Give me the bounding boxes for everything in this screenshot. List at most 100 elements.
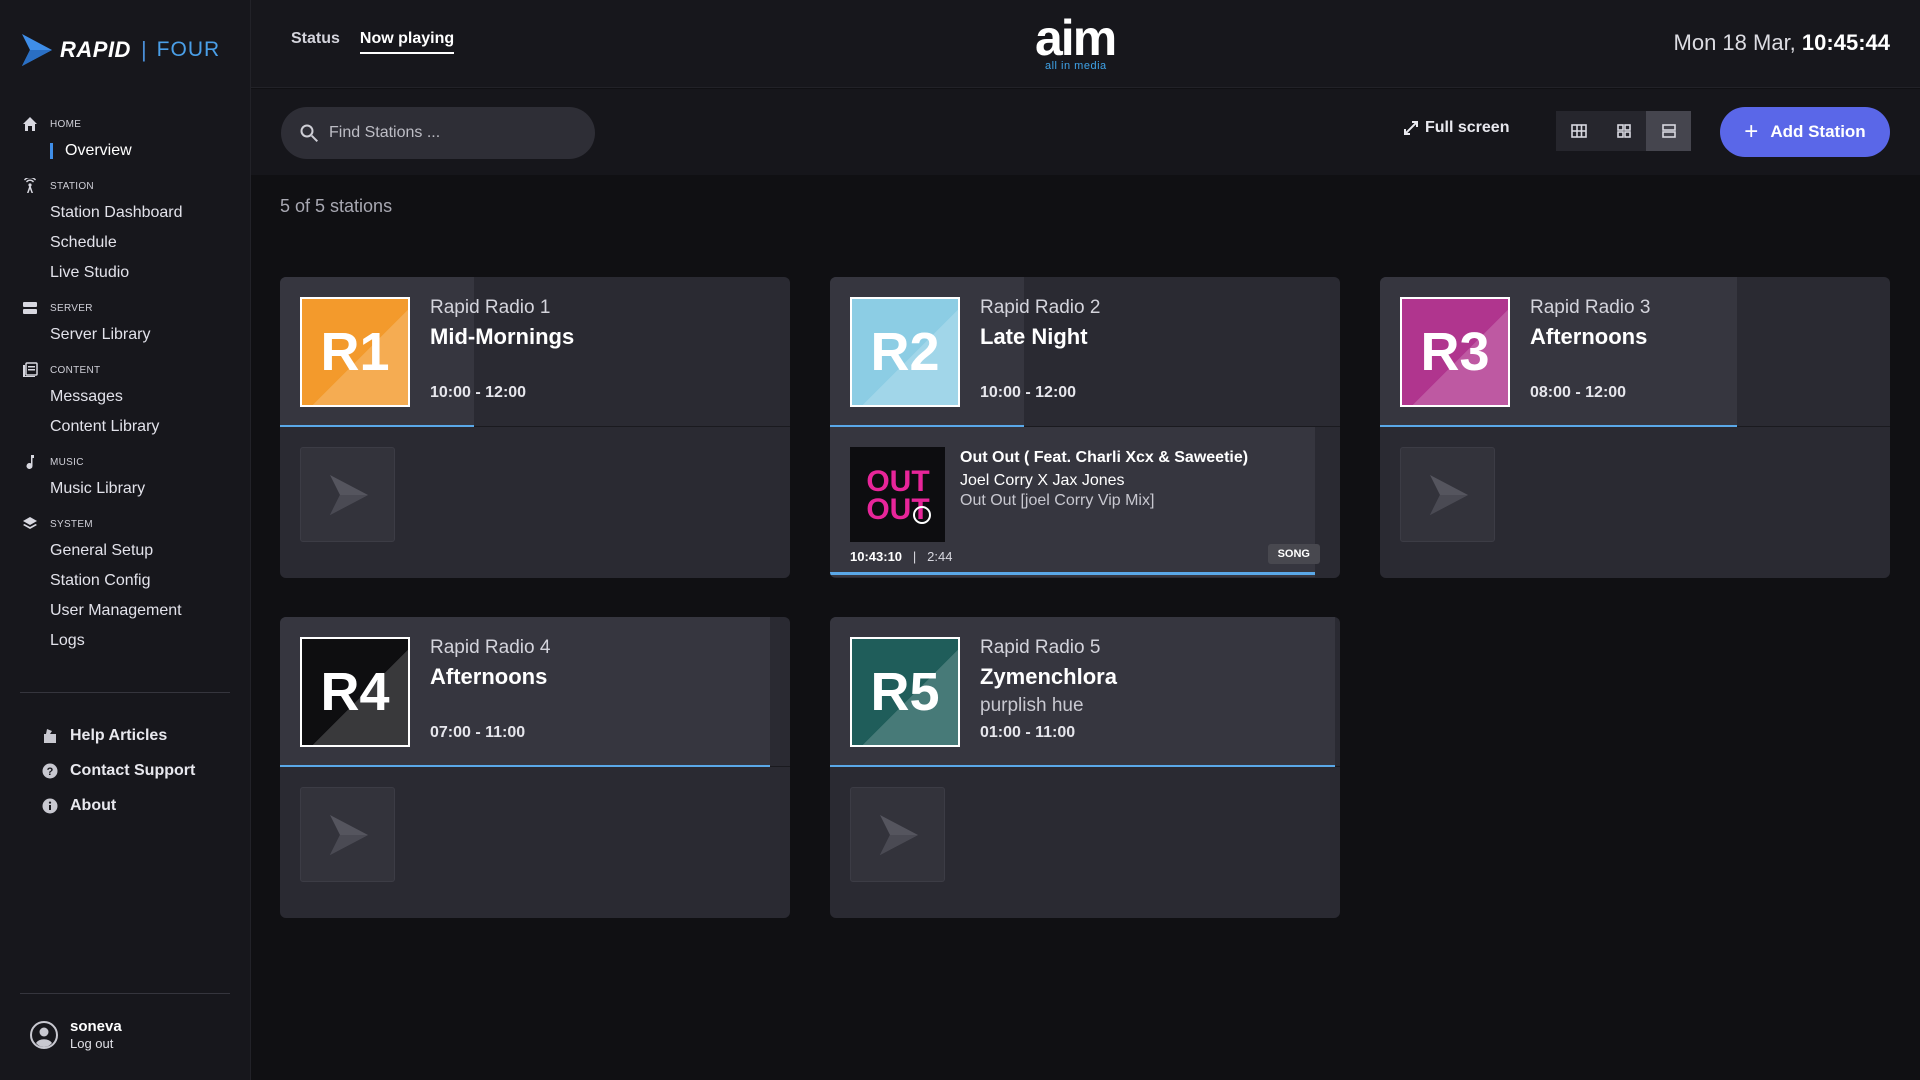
user-name: soneva [70,1018,122,1035]
station-logo: R3 [1400,297,1510,407]
track-album: Out Out [joel Corry Vip Mix] [960,492,1155,509]
brand[interactable]: RAPID | FOUR [20,30,220,70]
station-name: Rapid Radio 4 [430,637,551,658]
station-name: Rapid Radio 1 [430,297,551,318]
tab-now-playing[interactable]: Now playing [359,30,455,54]
view-table-button[interactable] [1556,111,1601,151]
station-header: R3 Rapid Radio 3 Afternoons 08:00 - 12:0… [1380,277,1890,427]
aim-logo: aim all in media [1035,10,1139,74]
nav-item-overview[interactable]: Overview [0,136,250,166]
nav-section-label: CONTENT [50,364,101,376]
play-logo-icon [329,474,368,515]
info-icon [42,798,58,813]
clock: Mon 18 Mar, 10:45:44 [1674,30,1890,56]
nav-item-music-library[interactable]: Music Library [0,474,250,504]
list-rows-icon [1661,124,1676,138]
fullscreen-label: Full screen [1425,119,1510,136]
logout-link[interactable]: Log out [70,1036,122,1052]
aim-logo-tagline: all in media [1045,60,1107,72]
toolbar: Full screen + Add Station [251,89,1920,175]
user-panel: soneva Log out [30,1018,122,1052]
station-logo: R5 [850,637,960,747]
nav-item-messages[interactable]: Messages [0,382,250,412]
show-time: 01:00 - 11:00 [980,724,1076,741]
nav-item-general-setup[interactable]: General Setup [0,536,250,566]
show-name: Late Night [980,324,1088,349]
help-item-label: About [70,796,117,814]
nav-section-content: CONTENT [0,358,250,382]
view-grid-button[interactable] [1601,111,1646,151]
brand-name: RAPID [60,37,131,62]
station-card-r5[interactable]: R5 Rapid Radio 5 Zymenchlora purplish hu… [830,617,1340,918]
station-count: 5 of 5 stations [280,196,393,216]
add-station-label: Add Station [1770,122,1866,141]
show-time: 07:00 - 11:00 [430,724,526,741]
station-name: Rapid Radio 3 [1530,297,1651,318]
content-icon [23,362,38,377]
station-header: R1 Rapid Radio 1 Mid-Mornings 10:00 - 12… [280,277,790,427]
view-switcher [1556,111,1691,151]
aim-logo-word: aim [1035,10,1117,66]
station-card-r1[interactable]: R1 Rapid Radio 1 Mid-Mornings 10:00 - 12… [280,277,790,578]
question-icon: ? [42,763,58,778]
view-list-button[interactable] [1646,111,1691,151]
station-card-r3[interactable]: R3 Rapid Radio 3 Afternoons 08:00 - 12:0… [1380,277,1890,578]
nav-item-logs[interactable]: Logs [0,626,250,656]
help-item-label: Contact Support [70,761,196,779]
track-progress-line [830,572,1315,575]
station-name: Rapid Radio 2 [980,297,1101,318]
nav-section-label: MUSIC [50,456,84,468]
search-box[interactable] [281,107,595,159]
help-articles-icon [44,728,56,743]
fullscreen-button[interactable]: Full screen [1403,119,1509,137]
tab-status[interactable]: Status [291,30,340,54]
help-menu: Help Articles ? Contact Support About [0,718,250,823]
contact-support-link[interactable]: ? Contact Support [0,753,250,788]
nav-section-label: HOME [50,118,82,130]
artwork-placeholder [1400,447,1495,542]
brand-separator: | [140,37,147,62]
artwork-placeholder [300,787,395,882]
show-name: Afternoons [1530,324,1648,349]
nav-section-label: SYSTEM [50,518,93,530]
clock-time: 10:45:44 [1801,30,1890,55]
play-logo-icon [879,814,918,855]
nav-item-station-config[interactable]: Station Config [0,566,250,596]
album-art-text: OUT [866,493,929,526]
artwork-placeholder [850,787,945,882]
now-playing-area [1380,427,1890,577]
now-playing-area [830,767,1340,917]
nav-section-server: SERVER [0,296,250,320]
now-playing-area [280,427,790,577]
about-link[interactable]: About [0,788,250,823]
station-logo: R1 [300,297,410,407]
show-time: 10:00 - 12:00 [980,384,1077,401]
nav-item-content-library[interactable]: Content Library [0,412,250,442]
track-time-separator: | [905,549,924,564]
broadcast-icon [24,178,36,193]
now-playing-area [280,767,790,917]
nav-section-system: SYSTEM [0,512,250,536]
nav-item-live-studio[interactable]: Live Studio [0,258,250,288]
nav-item-station-dashboard[interactable]: Station Dashboard [0,198,250,228]
station-logo: R4 [300,637,410,747]
search-input[interactable] [329,124,579,142]
nav-section-station: STATION [0,174,250,198]
nav-item-server-library[interactable]: Server Library [0,320,250,350]
header-tabs: Status Now playing [291,30,474,54]
rapid-logo-icon [22,34,52,66]
add-station-button[interactable]: + Add Station [1720,107,1890,157]
show-subtitle: purplish hue [980,695,1084,716]
nav-item-schedule[interactable]: Schedule [0,228,250,258]
top-header: Status Now playing aim all in media Mon … [251,0,1920,88]
sidebar: RAPID | FOUR HOME Overview STATION Stati… [0,0,251,1080]
main-nav: HOME Overview STATION Station Dashboard … [0,104,250,656]
station-card-r2[interactable]: R2 Rapid Radio 2 Late Night 10:00 - 12:0… [830,277,1340,578]
help-item-label: Help Articles [70,726,168,744]
station-card-r4[interactable]: R4 Rapid Radio 4 Afternoons 07:00 - 11:0… [280,617,790,918]
search-icon [300,124,318,142]
nav-item-user-management[interactable]: User Management [0,596,250,626]
expand-icon [1404,121,1418,135]
help-articles-link[interactable]: Help Articles [0,718,250,753]
user-divider [20,993,230,994]
